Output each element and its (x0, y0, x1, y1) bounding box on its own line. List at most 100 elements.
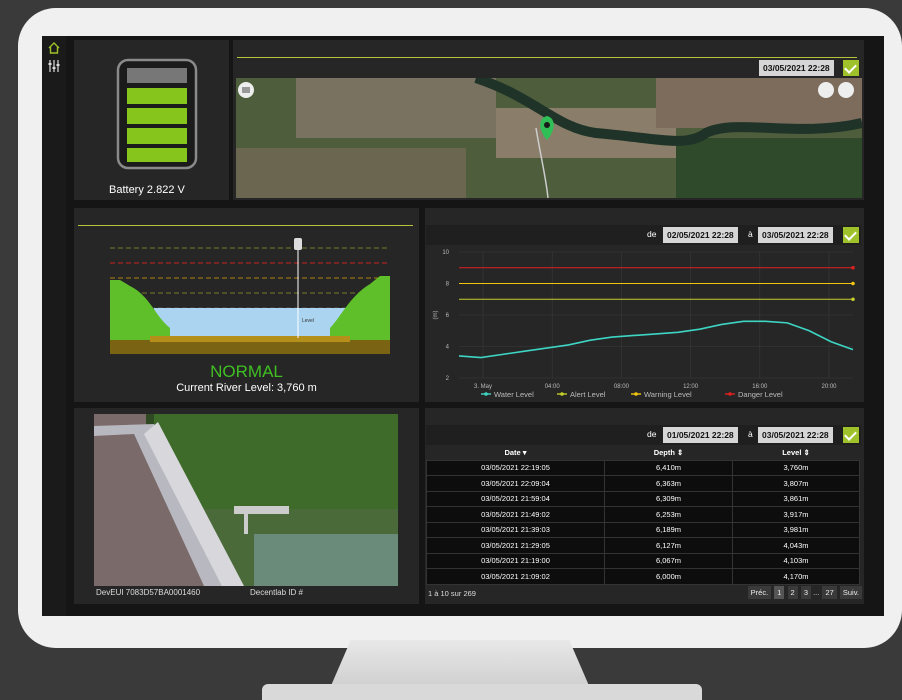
cell-date: 03/05/2021 21:49:02 (426, 506, 605, 523)
river-level-panel: Level NORMAL Current River Level: 3,760 … (74, 208, 419, 402)
table-row[interactable]: 03/05/2021 22:19:05 6,410m 3,760m (426, 459, 860, 476)
table-apply-check[interactable] (843, 427, 859, 443)
x-tick-label: 20:00 (821, 384, 837, 390)
cell-date: 03/05/2021 22:19:05 (426, 459, 605, 476)
chart-apply-check[interactable] (843, 227, 859, 243)
chart-to-label: à (748, 229, 753, 239)
cell-level: 3,807m (732, 475, 860, 492)
legend-item: Water Level (494, 390, 534, 399)
pagination-ellipsis: ... (813, 588, 820, 597)
table-from-date[interactable]: 01/05/2021 22:28 (663, 427, 738, 443)
cell-depth: 6,000m (604, 568, 733, 585)
cell-level: 4,043m (732, 537, 860, 554)
legend-swatch-dot (560, 392, 564, 396)
battery-icon (116, 58, 198, 170)
chart-from-date[interactable]: 02/05/2021 22:28 (663, 227, 738, 243)
cell-date: 03/05/2021 22:09:04 (426, 475, 605, 492)
x-tick-label: 08:00 (614, 384, 630, 390)
table-to-label: à (748, 429, 753, 439)
depth-column-header[interactable]: Depth ⇕ (605, 446, 733, 460)
table-row[interactable]: 03/05/2021 21:29:05 6,127m 4,043m (426, 537, 860, 554)
table-summary: 1 à 10 sur 269 (428, 589, 476, 598)
page-1-button[interactable]: 1 (774, 586, 785, 599)
cell-date: 03/05/2021 21:29:05 (426, 537, 605, 554)
page-2-button[interactable]: 2 (787, 586, 798, 599)
settings-sliders-icon[interactable] (47, 59, 61, 73)
cell-depth: 6,410m (604, 459, 733, 476)
cell-level: 4,170m (732, 568, 860, 585)
x-tick-label: 3. May (474, 384, 492, 390)
prev-page-button[interactable]: Préc. (747, 586, 772, 599)
map-header-line (237, 57, 857, 58)
cell-depth: 6,363m (604, 475, 733, 492)
left-sidebar (42, 36, 66, 616)
river-status: NORMAL (210, 362, 283, 381)
measurements-table-panel: de 01/05/2021 22:28 à 03/05/2021 22:28 D… (425, 408, 864, 604)
table-row[interactable]: 03/05/2021 21:39:03 6,189m 3,981m (426, 521, 860, 538)
cell-level: 3,861m (732, 490, 860, 507)
table-row[interactable]: 03/05/2021 21:59:04 6,309m 3,861m (426, 490, 860, 507)
satellite-map[interactable] (236, 78, 862, 198)
cell-depth: 6,309m (604, 490, 733, 507)
series-end-marker (851, 297, 855, 302)
table-row[interactable]: 03/05/2021 21:09:02 6,000m 4,170m (426, 568, 860, 585)
cell-depth: 6,127m (604, 537, 733, 554)
cell-depth: 6,189m (604, 521, 733, 538)
legend-item: Warning Level (644, 390, 692, 399)
table-row[interactable]: 03/05/2021 22:09:04 6,363m 3,807m (426, 475, 860, 492)
river-cross-section: Level (110, 238, 390, 354)
cell-level: 3,917m (732, 506, 860, 523)
cell-level: 3,760m (732, 459, 860, 476)
y-tick-label: 2 (446, 376, 450, 382)
cell-date: 03/05/2021 21:39:03 (426, 521, 605, 538)
y-tick-label: 8 (446, 282, 450, 288)
legend-swatch-dot (728, 392, 732, 396)
series-end-marker (851, 265, 855, 270)
legend-swatch-dot (484, 392, 488, 396)
cell-depth: 6,067m (604, 552, 733, 569)
battery-panel: Battery 2.822 V (74, 40, 229, 200)
y-tick-label: 10 (442, 250, 449, 256)
table-to-date[interactable]: 03/05/2021 22:28 (758, 427, 833, 443)
photo-panel: DevEUI 7083D57BA0001460 Decentlab ID # (74, 408, 419, 604)
date-column-header[interactable]: Date ▾ (427, 446, 605, 460)
cell-level: 4,103m (732, 552, 860, 569)
monitor-stand-base (262, 684, 702, 700)
river-header-line (78, 225, 413, 226)
measurements-table: Date ▾ Depth ⇕ Level ⇕ 03/05/2021 22:19:… (426, 446, 860, 585)
y-tick-label: 6 (446, 313, 450, 319)
current-river-level: Current River Level: 3,760 m (176, 382, 317, 394)
decentlab-id: Decentlab ID # (250, 588, 303, 597)
chart-from-label: de (647, 229, 657, 239)
table-from-label: de (647, 429, 657, 439)
series-line-water-level (458, 320, 854, 359)
level-marker-label: Level (302, 318, 314, 324)
y-tick-label: 4 (446, 345, 450, 351)
series-end-marker (851, 281, 855, 286)
level-column-header[interactable]: Level ⇕ (733, 446, 860, 460)
next-page-button[interactable]: Suiv. (839, 586, 862, 599)
cell-date: 03/05/2021 21:19:00 (426, 552, 605, 569)
page-3-button[interactable]: 3 (800, 586, 811, 599)
bridge-photo (94, 414, 398, 586)
legend-item: Danger Level (738, 390, 783, 399)
y-axis-label: (m) (433, 311, 439, 320)
x-tick-label: 04:00 (545, 384, 561, 390)
table-row[interactable]: 03/05/2021 21:49:02 6,253m 3,917m (426, 506, 860, 523)
water-level-chart-panel: de 02/05/2021 22:28 à 03/05/2021 22:28 2… (425, 208, 864, 402)
device-eui: DevEUI 7083D57BA0001460 (96, 588, 201, 597)
battery-voltage: Battery 2.822 V (109, 184, 185, 196)
legend-item: Alert Level (570, 390, 606, 399)
cell-depth: 6,253m (604, 506, 733, 523)
dashboard-screen: Battery 2.822 V 03/05/2021 22:28 Level N… (42, 36, 884, 616)
map-panel: 03/05/2021 22:28 (233, 40, 864, 200)
cell-date: 03/05/2021 21:09:02 (426, 568, 605, 585)
map-apply-check[interactable] (843, 60, 859, 76)
page-27-button[interactable]: 27 (822, 586, 837, 599)
chart-to-date[interactable]: 03/05/2021 22:28 (758, 227, 833, 243)
table-row[interactable]: 03/05/2021 21:19:00 6,067m 4,103m (426, 552, 860, 569)
cell-date: 03/05/2021 21:59:04 (426, 490, 605, 507)
cell-level: 3,981m (732, 521, 860, 538)
home-icon[interactable] (47, 41, 61, 55)
pagination: Préc. 1 2 3 ... 27 Suiv. (747, 586, 862, 599)
